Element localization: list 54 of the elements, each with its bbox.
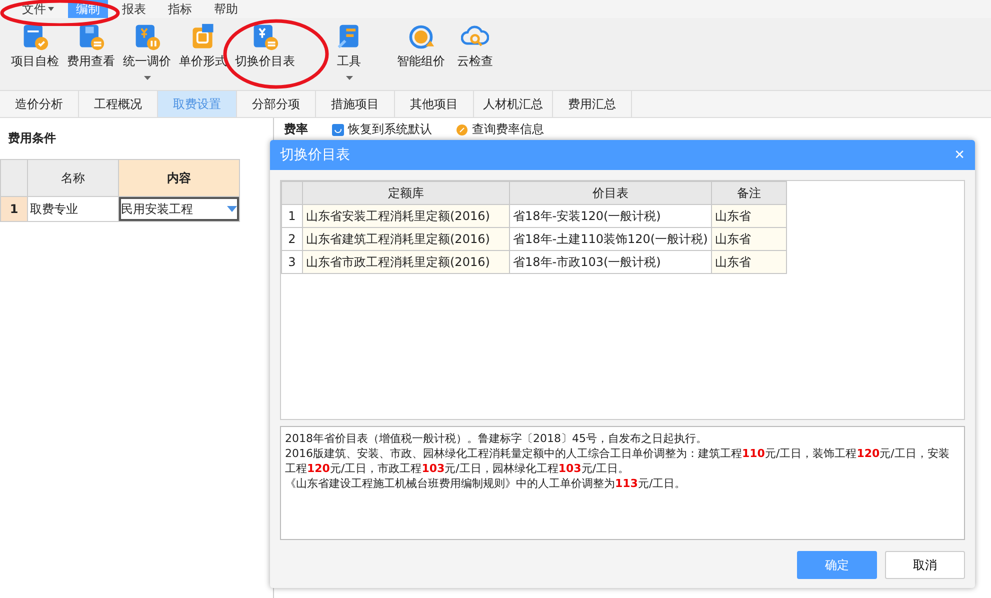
table-cell[interactable]: 省18年-安装120(一般计税) bbox=[510, 204, 712, 228]
corner-cell bbox=[0, 160, 28, 196]
toolbar-label[interactable]: 切换价目表 bbox=[235, 53, 295, 70]
table-cell[interactable]: 省18年-土建110装饰120(一般计税) bbox=[510, 228, 712, 250]
toolbar-label[interactable]: 智能组价 bbox=[397, 53, 445, 70]
column-header: 名称 bbox=[28, 160, 118, 196]
percent-icon[interactable] bbox=[456, 124, 468, 136]
panel-title: 费用条件 bbox=[7, 130, 57, 147]
table-cell[interactable]: 山东省 bbox=[711, 250, 786, 274]
column-header: 备注 bbox=[711, 182, 786, 204]
note-text: 2018年省价目表（增值税一般计税）。鲁建标字〔2018〕45号，自发布之日起执行。 bbox=[285, 431, 708, 446]
menu-item[interactable]: 报表 bbox=[114, 0, 154, 18]
row-number: 1 bbox=[0, 196, 28, 222]
toolbar-label[interactable]: 项目自检 bbox=[11, 53, 59, 70]
table-cell[interactable]: 山东省安装工程消耗里定额(2016) bbox=[302, 204, 510, 228]
menu-item[interactable]: 文件 bbox=[14, 0, 62, 18]
cancel-button[interactable]: 取消 bbox=[885, 551, 965, 579]
toolbar-label[interactable]: 费用查看 bbox=[67, 53, 115, 70]
toolbar-label[interactable]: 统一调价 bbox=[123, 53, 171, 70]
toolbar-icon[interactable] bbox=[77, 23, 105, 51]
toolbar-label[interactable]: 云检查 bbox=[457, 53, 493, 70]
table-cell[interactable]: 山东省 bbox=[711, 228, 786, 250]
note-text: 《山东省建设工程施工机械台班费用编制规则》中的人工单价调整为113元/工日。 bbox=[285, 476, 687, 491]
action-link[interactable]: 恢复到系统默认 bbox=[348, 121, 432, 138]
toolbar-icon[interactable] bbox=[251, 23, 279, 51]
dropdown-field[interactable]: 民用安装工程 bbox=[119, 197, 239, 221]
caret-icon[interactable] bbox=[346, 76, 352, 80]
menu-item[interactable]: 帮助 bbox=[206, 0, 246, 18]
tab[interactable]: 费用汇总 bbox=[553, 91, 632, 117]
table-cell[interactable]: 山东省市政工程消耗里定额(2016) bbox=[302, 250, 510, 274]
toolbar-icon[interactable] bbox=[133, 23, 161, 51]
column-header: 定额库 bbox=[302, 182, 510, 204]
note-text: 2016版建筑、安装、市政、园林绿化工程消耗量定额中的人工综合工日单价调整为：建筑工程110元/工日，装饰工程120元/工日，安装工程120元/工日，市政工程103元/工日，园林绿化工程103元/工日。 bbox=[285, 446, 950, 476]
panel-title: 费率 bbox=[284, 121, 308, 138]
table-cell[interactable]: 山东省 bbox=[711, 204, 786, 228]
table-cell[interactable]: 省18年-市政103(一般计税) bbox=[510, 250, 712, 274]
column-header: 价目表 bbox=[510, 182, 712, 204]
toolbar-label[interactable]: 工具 bbox=[337, 53, 361, 70]
column-header: 内容 bbox=[118, 160, 240, 196]
table-cell: 取费专业 bbox=[28, 196, 118, 222]
tab[interactable]: 分部分项 bbox=[237, 91, 316, 117]
dialog-title: 切换价目表 bbox=[280, 146, 350, 164]
tab[interactable]: 人材机汇总 bbox=[474, 91, 553, 117]
tab[interactable]: 措施项目 bbox=[316, 91, 395, 117]
tab[interactable]: 其他项目 bbox=[395, 91, 474, 117]
caret-icon[interactable] bbox=[144, 76, 150, 80]
table-cell[interactable]: 山东省建筑工程消耗里定额(2016) bbox=[302, 228, 510, 250]
tab[interactable]: 造价分析 bbox=[0, 91, 79, 117]
toolbar-icon[interactable] bbox=[21, 23, 49, 51]
toolbar-icon[interactable] bbox=[407, 23, 435, 51]
menu-item[interactable]: 指标 bbox=[160, 0, 200, 18]
action-link[interactable]: 查询费率信息 bbox=[472, 121, 544, 138]
refresh-icon[interactable] bbox=[332, 124, 344, 136]
caret-icon bbox=[227, 206, 237, 212]
